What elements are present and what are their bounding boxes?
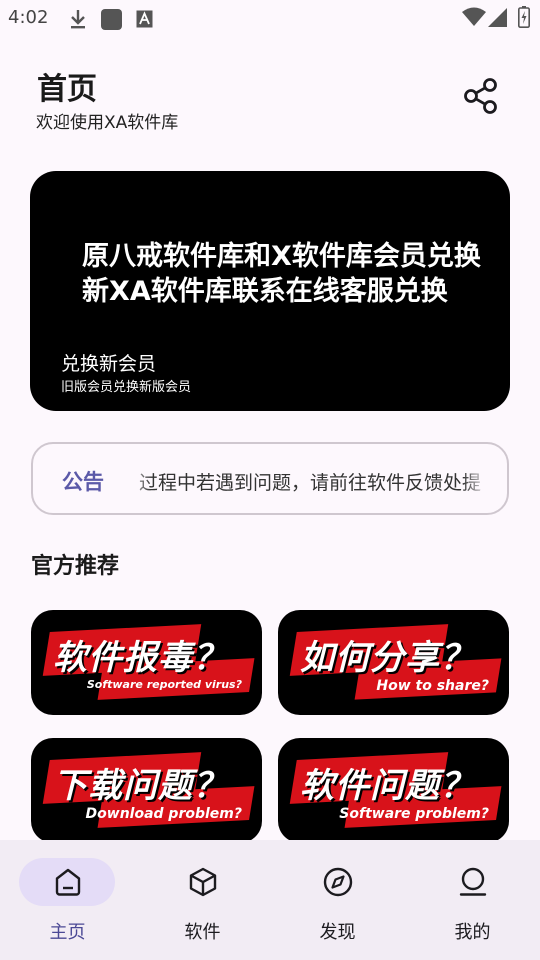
- notice-marquee: 过程中若遇到问题，请前往软件反馈处提: [125, 466, 481, 496]
- notice-card[interactable]: 公告 过程中若遇到问题，请前往软件反馈处提: [31, 442, 509, 515]
- card-subtitle: Software problem?: [339, 806, 489, 822]
- nav-item-discover[interactable]: 发现: [270, 840, 405, 960]
- home-icon: [55, 868, 80, 896]
- nav-label-discover: 发现: [319, 922, 356, 943]
- status-bar: 4:02: [0, 0, 540, 38]
- download-icon: [71, 10, 85, 29]
- banner-main-text: 原八戒软件库和X软件库会员兑换新XA软件库联系在线客服兑换: [82, 241, 481, 307]
- nav-item-profile[interactable]: 我的: [405, 840, 540, 960]
- nav-label-software: 软件: [184, 922, 221, 943]
- notice-fade-right: [463, 458, 489, 502]
- card-subtitle: How to share?: [376, 678, 489, 694]
- section-title: 官方推荐: [31, 554, 120, 579]
- share-icon: [464, 78, 497, 114]
- status-time: 4:02: [8, 7, 49, 28]
- app-square-icon: [101, 9, 122, 30]
- notice-fade-left: [125, 458, 151, 502]
- notice-text: 过程中若遇到问题，请前往软件反馈处提: [138, 472, 481, 494]
- package-icon: [189, 867, 216, 897]
- wifi-icon: [462, 7, 486, 26]
- page-subtitle: 欢迎使用XA软件库: [36, 113, 179, 133]
- page-title: 首页: [37, 72, 97, 107]
- nav-label-home: 主页: [49, 922, 86, 943]
- card-title: 如何分享？: [300, 638, 475, 678]
- a-box-icon: [136, 10, 153, 28]
- card-title: 软件问题？: [300, 766, 475, 806]
- notice-label: 公告: [62, 470, 104, 494]
- recommend-card-software[interactable]: 软件问题？ Software problem?: [278, 738, 509, 843]
- promo-banner[interactable]: 原八戒软件库和X软件库会员兑换新XA软件库联系在线客服兑换 兑换新会员 旧版会员…: [30, 171, 510, 411]
- banner-title: 兑换新会员: [61, 353, 157, 375]
- nav-item-software[interactable]: 软件: [135, 840, 270, 960]
- share-button[interactable]: [462, 76, 500, 116]
- signal-icon: [488, 8, 507, 27]
- banner-subtitle: 旧版会员兑换新版会员: [61, 380, 192, 395]
- card-subtitle: Software reported virus?: [86, 678, 242, 691]
- recommend-card-share[interactable]: 如何分享？ How to share?: [278, 610, 509, 715]
- card-title: 下载问题？: [53, 766, 228, 806]
- card-title: 软件报毒？: [53, 638, 228, 678]
- card-subtitle: Download problem?: [85, 806, 242, 822]
- nav-label-profile: 我的: [454, 922, 491, 943]
- nav-item-home[interactable]: 主页: [0, 840, 135, 960]
- recommend-card-download[interactable]: 下载问题？ Download problem?: [31, 738, 262, 843]
- bottom-nav: 主页 软件 发现 我的: [0, 840, 540, 960]
- battery-charging-icon: [518, 6, 530, 28]
- compass-icon: [323, 867, 352, 897]
- recommend-card-virus[interactable]: 软件报毒？ Software reported virus?: [31, 610, 262, 715]
- person-icon: [459, 867, 486, 896]
